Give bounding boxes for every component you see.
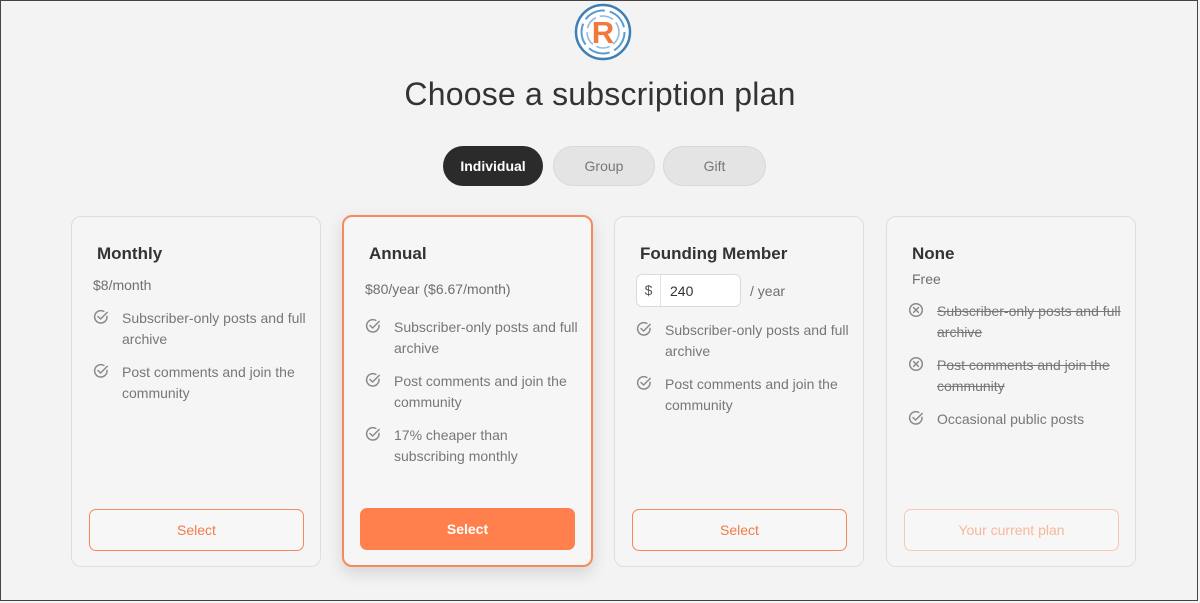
currency-symbol: $ <box>637 275 661 306</box>
plan-name: None <box>912 244 955 263</box>
check-circle-icon <box>365 426 380 441</box>
select-monthly-button[interactable]: Select <box>89 509 304 551</box>
feature-list: Subscriber-only posts and full archive P… <box>636 320 851 428</box>
feature-item: Subscriber-only posts and full archive <box>365 317 580 359</box>
select-founding-member-button[interactable]: Select <box>632 509 847 551</box>
plan-card-none: None Free Subscriber-only posts and full… <box>886 216 1136 567</box>
feature-item-excluded: Post comments and join the community <box>908 355 1123 397</box>
feature-item: Post comments and join the community <box>93 362 308 404</box>
check-circle-icon <box>636 321 651 336</box>
plan-name: Monthly <box>97 244 163 263</box>
tab-gift[interactable]: Gift <box>663 146 766 186</box>
check-circle-icon <box>93 363 108 378</box>
plan-name: Annual <box>369 244 427 263</box>
plan-price: $8/month <box>93 277 152 293</box>
feature-text: Post comments and join the community <box>122 364 295 401</box>
check-circle-icon <box>365 372 380 387</box>
check-circle-icon <box>365 318 380 333</box>
feature-text: Subscriber-only posts and full archive <box>394 319 578 356</box>
select-annual-button[interactable]: Select <box>360 508 575 550</box>
feature-text: Subscriber-only posts and full archive <box>122 310 306 347</box>
amount-field: $ <box>636 274 741 307</box>
feature-item: Post comments and join the community <box>636 374 851 416</box>
feature-text: Post comments and join the community <box>665 376 838 413</box>
feature-item: 17% cheaper than subscribing monthly <box>365 425 580 467</box>
feature-text: 17% cheaper than subscribing monthly <box>394 427 518 464</box>
check-circle-icon <box>636 375 651 390</box>
plan-price: Free <box>912 271 941 287</box>
svg-text:R: R <box>592 15 614 50</box>
plan-card-monthly: Monthly $8/month Subscriber-only posts a… <box>71 216 321 567</box>
feature-list: Subscriber-only posts and full archive P… <box>93 308 308 416</box>
feature-text: Subscriber-only posts and full archive <box>665 322 849 359</box>
feature-list: Subscriber-only posts and full archive P… <box>908 301 1123 442</box>
plan-name: Founding Member <box>640 244 788 263</box>
feature-item: Subscriber-only posts and full archive <box>93 308 308 350</box>
feature-text: Occasional public posts <box>937 411 1085 427</box>
feature-item-excluded: Subscriber-only posts and full archive <box>908 301 1123 343</box>
current-plan-button[interactable]: Your current plan <box>904 509 1119 551</box>
period-label: / year <box>750 283 786 299</box>
logo-icon: R <box>574 3 632 61</box>
tab-individual[interactable]: Individual <box>443 146 543 186</box>
x-circle-icon <box>908 302 924 318</box>
amount-input[interactable] <box>661 275 740 306</box>
check-circle-icon <box>908 410 923 425</box>
check-circle-icon <box>93 309 108 324</box>
feature-item: Occasional public posts <box>908 409 1123 430</box>
feature-text: Post comments and join the community <box>937 357 1110 394</box>
x-circle-icon <box>908 356 924 372</box>
feature-text: Post comments and join the community <box>394 373 567 410</box>
plan-card-annual: Annual $80/year ($6.67/month) Subscriber… <box>342 215 593 567</box>
feature-list: Subscriber-only posts and full archive P… <box>365 317 580 479</box>
feature-text: Subscriber-only posts and full archive <box>937 303 1121 340</box>
tab-group[interactable]: Group <box>553 146 655 186</box>
plan-card-founding-member: Founding Member $ / year Subscriber-only… <box>614 216 864 567</box>
feature-item: Subscriber-only posts and full archive <box>636 320 851 362</box>
feature-item: Post comments and join the community <box>365 371 580 413</box>
page-title: Choose a subscription plan <box>404 76 796 112</box>
plan-price: $80/year ($6.67/month) <box>365 281 511 297</box>
